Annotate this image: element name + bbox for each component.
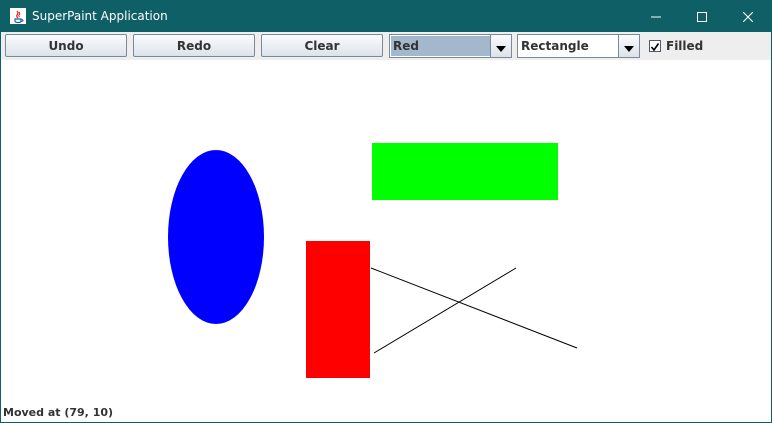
clear-button[interactable]: Clear <box>261 34 383 57</box>
shape-dropdown-button[interactable] <box>618 35 639 57</box>
redo-button[interactable]: Redo <box>133 34 255 57</box>
chevron-down-icon <box>496 37 506 56</box>
window-title: SuperPaint Application <box>32 9 168 23</box>
close-icon <box>743 11 753 22</box>
filled-label: Filled <box>666 39 704 53</box>
color-dropdown-button[interactable] <box>490 35 511 57</box>
chevron-down-icon <box>624 37 634 56</box>
checkmark-icon <box>650 37 660 56</box>
shape-select[interactable]: Rectangle <box>517 34 640 58</box>
color-select[interactable]: Red <box>389 34 512 58</box>
close-button[interactable] <box>725 1 771 32</box>
drawing-surface[interactable] <box>1 60 771 405</box>
app-window: SuperPaint Application Undo Redo Clear R… <box>0 0 772 423</box>
maximize-button[interactable] <box>679 1 725 32</box>
color-select-value: Red <box>391 36 490 56</box>
checkbox-box[interactable] <box>649 40 661 52</box>
maximize-icon <box>697 11 707 22</box>
toolbar: Undo Redo Clear Red Rectangle Filled <box>1 32 771 60</box>
red-filled-rectangle <box>306 241 370 378</box>
status-bar-text: Moved at (79, 10) <box>3 406 114 419</box>
black-line <box>373 267 517 354</box>
title-bar[interactable]: SuperPaint Application <box>1 1 771 32</box>
java-app-icon[interactable] <box>10 8 26 24</box>
green-filled-rectangle <box>372 143 558 200</box>
shape-select-value: Rectangle <box>521 39 589 53</box>
filled-checkbox[interactable]: Filled <box>649 39 703 53</box>
minimize-button[interactable] <box>633 1 679 32</box>
blue-filled-oval <box>168 150 264 324</box>
drawing-canvas[interactable] <box>1 60 771 405</box>
undo-button[interactable]: Undo <box>5 34 127 57</box>
minimize-icon <box>651 12 661 22</box>
